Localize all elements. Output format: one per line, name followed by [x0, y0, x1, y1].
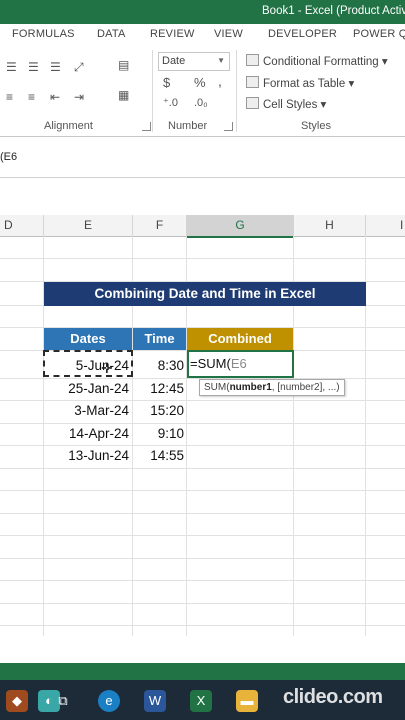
time-cell[interactable]: 14:55 [133, 445, 184, 467]
conditional-formatting-icon [246, 54, 259, 66]
watermark-text: clideo.com [283, 686, 383, 708]
orientation-icon[interactable]: ⤢ [74, 60, 84, 74]
alignment-launcher-icon[interactable] [142, 122, 151, 131]
align-bottom-icon[interactable]: ☰ [50, 60, 61, 74]
group-separator [236, 50, 237, 132]
percent-icon[interactable]: % [194, 76, 206, 90]
time-cell[interactable]: 15:20 [133, 400, 184, 422]
tooltip-rest: , [number2], ...) [271, 382, 340, 393]
tab-power-query[interactable]: POWER QU [353, 28, 405, 40]
reference-marquee [43, 350, 133, 377]
dates-header-cell[interactable]: Dates [44, 328, 132, 350]
conditional-formatting-button[interactable]: Conditional Formatting ▾ [246, 54, 388, 68]
combined-header-cell[interactable]: Combined [187, 328, 293, 350]
grid-line [0, 603, 405, 604]
tab-view[interactable]: VIEW [214, 28, 243, 40]
comma-style-icon[interactable]: , [218, 74, 222, 88]
column-header-h[interactable]: H [294, 215, 366, 237]
align-top-icon[interactable]: ☰ [6, 60, 17, 74]
grid-line [0, 535, 405, 536]
number-launcher-icon[interactable] [224, 122, 233, 131]
grid-line [0, 513, 405, 514]
title-bar: Book1 - Excel (Product Activ [0, 0, 405, 24]
tab-review[interactable]: REVIEW [150, 28, 195, 40]
task-view-icon[interactable]: ⧉ [52, 690, 74, 712]
date-cell[interactable]: 13-Jun-24 [44, 445, 129, 467]
ribbon-tabs: FORMULAS DATA REVIEW VIEW DEVELOPER POWE… [0, 24, 405, 47]
align-left-icon[interactable]: ≡ [6, 90, 13, 104]
date-cell[interactable]: 3-Mar-24 [44, 400, 129, 422]
grid-line [0, 558, 405, 559]
tooltip-arg1[interactable]: number1 [230, 382, 272, 393]
grid-line [0, 258, 405, 259]
column-header-i[interactable]: I [366, 215, 405, 237]
merge-center-icon[interactable]: ▦ [118, 88, 129, 102]
format-as-table-button[interactable]: Format as Table ▾ [246, 76, 354, 90]
tab-developer[interactable]: DEVELOPER [268, 28, 337, 40]
column-header-g[interactable]: G [187, 215, 294, 238]
styles-group-label: Styles [301, 120, 331, 132]
decrease-indent-icon[interactable]: ⇤ [50, 90, 60, 104]
status-bar [0, 663, 405, 680]
cell-styles-label: Cell Styles [263, 99, 318, 111]
time-cell[interactable]: 12:45 [133, 378, 184, 400]
cell-select-cursor-icon: ✛ [101, 360, 113, 376]
number-format-value: Date [162, 55, 186, 67]
align-center-icon[interactable]: ≡ [28, 90, 35, 104]
grid-line [0, 580, 405, 581]
formula-reference: E6 [230, 356, 247, 371]
sheet-title-banner[interactable]: Combining Date and Time in Excel [44, 282, 366, 306]
conditional-formatting-label: Conditional Formatting [263, 56, 379, 68]
formula-prefix: =SUM( [190, 356, 231, 371]
grid-line [0, 468, 405, 469]
tooltip-fn: SUM( [204, 382, 230, 393]
ribbon: ☰ ☰ ☰ ⤢ ▤ ≡ ≡ ⇤ ⇥ ▦ Alignment Date ▼ $ %… [0, 46, 405, 137]
formula-bar-text: (E6 [0, 151, 18, 163]
wrap-text-icon[interactable]: ▤ [118, 58, 129, 72]
column-header-d[interactable]: D [0, 215, 44, 237]
currency-icon[interactable]: $ [163, 76, 170, 90]
chevron-down-icon: ▼ [217, 56, 225, 65]
grid-line [0, 625, 405, 626]
increase-decimal-icon[interactable]: ⁺.0 [163, 96, 178, 110]
tab-formulas[interactable]: FORMULAS [12, 28, 75, 40]
number-group-label: Number [168, 120, 208, 132]
tab-data[interactable]: DATA [97, 28, 126, 40]
increase-indent-icon[interactable]: ⇥ [74, 90, 84, 104]
format-as-table-icon [246, 76, 259, 88]
decrease-decimal-icon[interactable]: .0₀ [194, 96, 208, 110]
column-header-e[interactable]: E [44, 215, 133, 237]
app-icon[interactable]: ◆ [6, 690, 28, 712]
window-title: Book1 - Excel (Product Activ [262, 5, 405, 17]
date-cell[interactable]: 14-Apr-24 [44, 423, 129, 445]
date-cell[interactable]: 25-Jan-24 [44, 378, 129, 400]
grid-line [0, 490, 405, 491]
group-separator [152, 50, 153, 132]
edge-icon[interactable]: e [98, 690, 120, 712]
align-middle-icon[interactable]: ☰ [28, 60, 39, 74]
alignment-group-label: Alignment [44, 120, 93, 132]
formula-bar[interactable]: (E6 [0, 137, 405, 178]
folder-icon[interactable]: ▬ [236, 690, 258, 712]
format-as-table-label: Format as Table [263, 78, 346, 90]
time-cell[interactable]: 9:10 [133, 423, 184, 445]
word-icon[interactable]: W [144, 690, 166, 712]
number-format-select[interactable]: Date ▼ [158, 52, 230, 71]
excel-icon[interactable]: X [190, 690, 212, 712]
column-header-f[interactable]: F [133, 215, 187, 237]
cell-styles-icon [246, 97, 259, 109]
cell-formula[interactable]: =SUM(E6 [190, 356, 247, 371]
cell-styles-button[interactable]: Cell Styles ▾ [246, 97, 326, 111]
time-cell[interactable]: 8:30 [133, 355, 184, 377]
time-header-cell[interactable]: Time [133, 328, 186, 350]
function-tooltip[interactable]: SUM(number1, [number2], ...) [199, 379, 345, 396]
